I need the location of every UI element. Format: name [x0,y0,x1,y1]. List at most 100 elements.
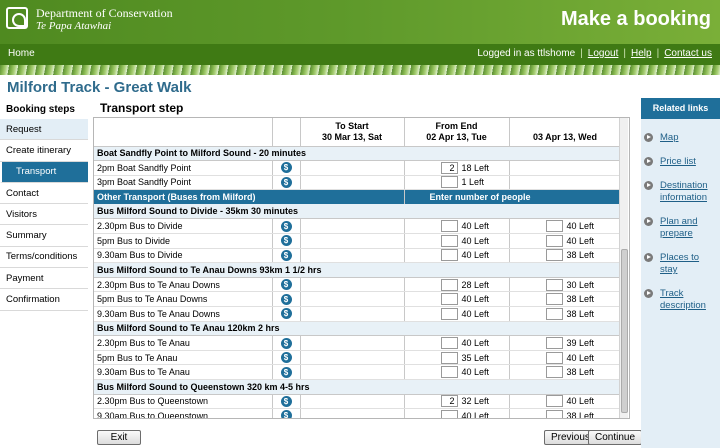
qty-wrap: 40 Left [409,337,505,350]
seats-left: 18 Left [461,162,490,173]
booking-steps-sidebar: Booking steps Request Create itinerary T… [0,98,88,311]
step-title: Transport step [100,101,184,115]
table-row: 9.30am Bus to Te Anau $40 Left 38 Left [94,364,622,380]
plan-and-prepare-link[interactable]: Plan and prepare [660,216,718,240]
people-qty-input[interactable] [440,234,458,247]
related-link-item[interactable]: Track description [641,282,720,318]
date-cell-empty [300,394,405,410]
people-qty-input[interactable] [545,293,563,306]
price-info-icon[interactable]: $ [280,249,292,261]
logout-link[interactable]: Logout [588,48,619,59]
price-info-icon[interactable]: $ [280,293,292,305]
people-qty-input[interactable] [440,366,458,379]
step-visitors[interactable]: Visitors [0,204,88,226]
people-qty-input[interactable] [545,278,563,291]
service-name: 2.30pm Bus to Te Anau Downs [94,277,273,293]
related-link-item[interactable]: Price list [641,150,720,174]
people-qty-input[interactable]: 2 [440,395,458,408]
page-title: Milford Track - Great Walk [7,79,192,96]
table-row: 9.30am Bus to Queenstown $40 Left 38 Left [94,408,622,419]
date-cell-empty [300,233,405,249]
exit-button[interactable]: Exit [97,430,141,445]
date-cell: 40 Left [509,394,622,410]
people-qty-input[interactable] [545,234,563,247]
col-date-2-label: From End [435,120,478,131]
date-cell: 40 Left [404,248,510,264]
seats-left: 40 Left [461,338,490,349]
people-qty-input[interactable] [545,307,563,320]
price-info-icon[interactable]: $ [280,352,292,364]
date-cell-empty [300,350,405,366]
date-cell-empty [300,248,405,264]
price-info-icon[interactable]: $ [280,395,292,407]
track-description-link[interactable]: Track description [660,288,718,312]
people-qty-input[interactable] [545,249,563,262]
price-cell: $ [272,218,301,235]
price-list-link[interactable]: Price list [660,156,696,168]
people-qty-input[interactable]: 2 [440,161,458,174]
map-link[interactable]: Map [660,132,678,144]
arrow-bullet-icon [644,133,653,142]
people-qty-input[interactable] [545,351,563,364]
price-info-icon[interactable]: $ [280,308,292,320]
price-info-icon[interactable]: $ [280,235,292,247]
continue-button[interactable]: Continue [588,430,643,445]
related-link-item[interactable]: Places to stay [641,246,720,282]
qty-wrap: 2 18 Left [409,161,505,174]
price-info-icon[interactable]: $ [280,279,292,291]
destination-information-link[interactable]: Destination information [660,180,718,204]
people-qty-input[interactable] [545,220,563,233]
people-qty-input[interactable] [440,176,458,189]
table-scrollbar[interactable] [619,118,628,418]
related-link-item[interactable]: Plan and prepare [641,210,720,246]
people-qty-input[interactable] [545,366,563,379]
people-qty-input[interactable] [440,351,458,364]
related-link-item[interactable]: Map [641,126,720,150]
seats-left: 40 Left [461,410,490,419]
price-info-icon[interactable]: $ [280,176,292,188]
places-to-stay-link[interactable]: Places to stay [660,252,718,276]
logged-in-status: Logged in as ttlshome [477,48,576,59]
step-payment[interactable]: Payment [0,268,88,290]
people-qty-input[interactable] [440,307,458,320]
people-qty-input[interactable] [545,409,563,418]
people-qty-input[interactable] [440,293,458,306]
seats-left: 35 Left [461,352,490,363]
related-link-item[interactable]: Destination information [641,174,720,210]
scrollbar-thumb[interactable] [621,249,628,413]
step-transport[interactable]: Transport [0,161,88,183]
col-date-2-date: 02 Apr 13, Tue [426,131,487,142]
home-link[interactable]: Home [8,48,35,59]
col-date-1-label: To Start [335,120,369,131]
contact-link[interactable]: Contact us [664,48,712,59]
step-confirmation[interactable]: Confirmation [0,289,88,311]
price-info-icon[interactable]: $ [280,366,292,378]
step-contact[interactable]: Contact [0,182,88,205]
people-qty-input[interactable] [440,249,458,262]
people-qty-input[interactable] [440,337,458,350]
arrow-bullet-icon [644,253,653,262]
arrow-bullet-icon [644,289,653,298]
step-request[interactable]: Request [0,119,88,141]
people-qty-input[interactable] [440,220,458,233]
doc-logo[interactable]: Department of Conservation Te Papa Atawh… [6,7,173,32]
table-row: 2.30pm Bus to Divide $40 Left 40 Left [94,218,622,235]
nav-separator: | [580,48,583,59]
people-qty-input[interactable] [545,395,563,408]
date-cell: 40 Left [509,350,622,366]
price-cell: $ [272,277,301,293]
price-info-icon[interactable]: $ [280,220,292,232]
help-link[interactable]: Help [631,48,652,59]
step-summary[interactable]: Summary [0,225,88,247]
step-terms[interactable]: Terms/conditions [0,246,88,269]
qty-wrap: 40 Left [409,220,505,233]
price-info-icon[interactable]: $ [280,337,292,349]
price-info-icon[interactable]: $ [280,162,292,174]
people-qty-input[interactable] [440,409,458,418]
qty-wrap: 40 Left [514,220,617,233]
people-qty-input[interactable] [545,337,563,350]
step-create-itinerary[interactable]: Create itinerary [0,140,88,162]
price-info-icon[interactable]: $ [280,410,292,418]
people-qty-input[interactable] [440,278,458,291]
transport-table-scroll[interactable]: To Start 30 Mar 13, Sat From End 02 Apr 13… [93,117,630,419]
